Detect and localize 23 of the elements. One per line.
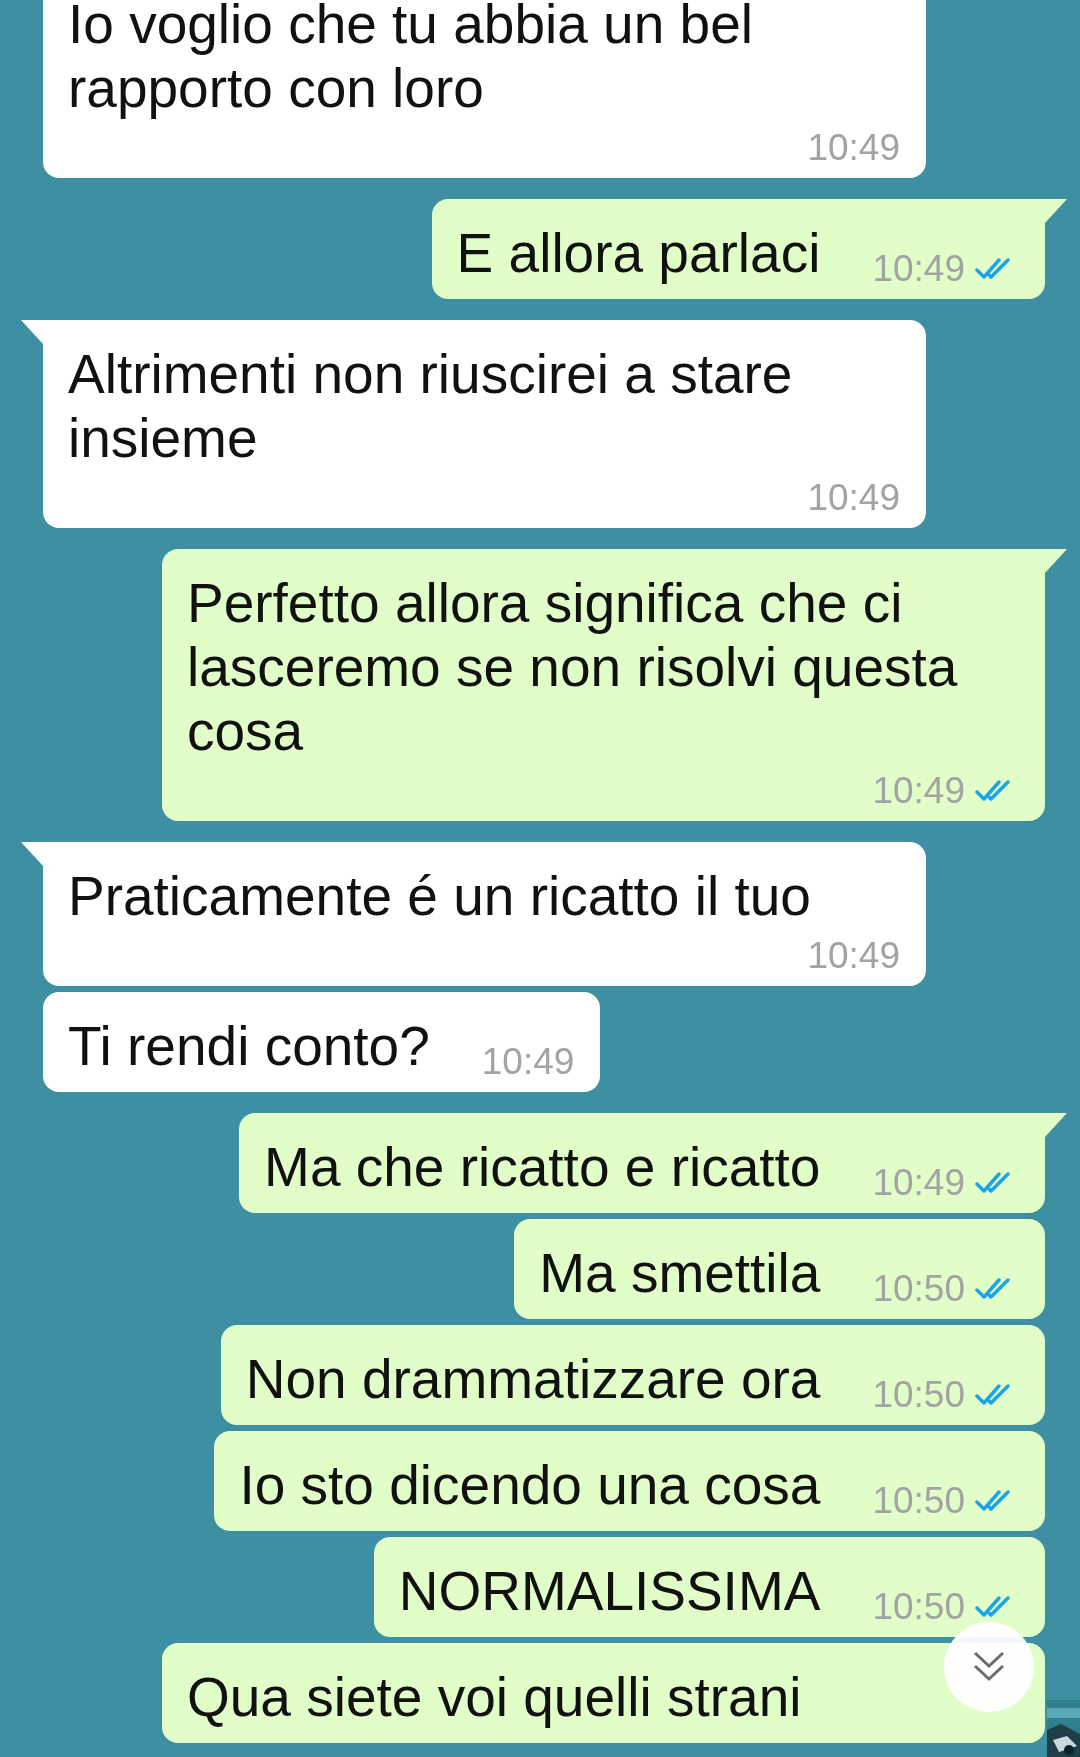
message-text: Perfetto allora significa che ci lasceremo se non risolvi questa cosa: [187, 571, 959, 763]
message-time: 10:50: [872, 1479, 965, 1523]
message-time: 10:49: [807, 934, 900, 978]
message-text: Non drammatizzare ora: [245, 1347, 821, 1411]
message-text: Qua siete voi quelli strani: [187, 1665, 802, 1729]
message-text: Altrimenti non riuscirei a stare insieme: [68, 342, 794, 470]
message-time: 10:50: [872, 1373, 965, 1417]
message-time: 10:50: [872, 1585, 965, 1629]
message-text: Io voglio che tu abbia un bel rapporto con loro: [68, 0, 754, 120]
message-text: Ti rendi conto?: [68, 1014, 430, 1078]
message-time: 10:49: [807, 126, 900, 170]
message-time: 10:49: [872, 769, 965, 813]
message-text: Io sto dicendo una cosa: [239, 1453, 821, 1517]
message-time: 10:49: [481, 1040, 575, 1084]
message-text: NORMALISSIMA: [398, 1559, 821, 1623]
message-time: 10:49: [807, 476, 900, 520]
message-text: Ma che ricatto e ricatto: [264, 1135, 821, 1199]
message-text: Ma smettila: [539, 1241, 821, 1305]
message-time: 10:49: [872, 1161, 965, 1205]
message-time: 10:49: [872, 247, 965, 291]
message-text: E allora parlaci: [456, 221, 821, 285]
message-text: Praticamente é un ricatto il tuo: [68, 864, 811, 928]
message-time: 10:50: [872, 1267, 965, 1311]
